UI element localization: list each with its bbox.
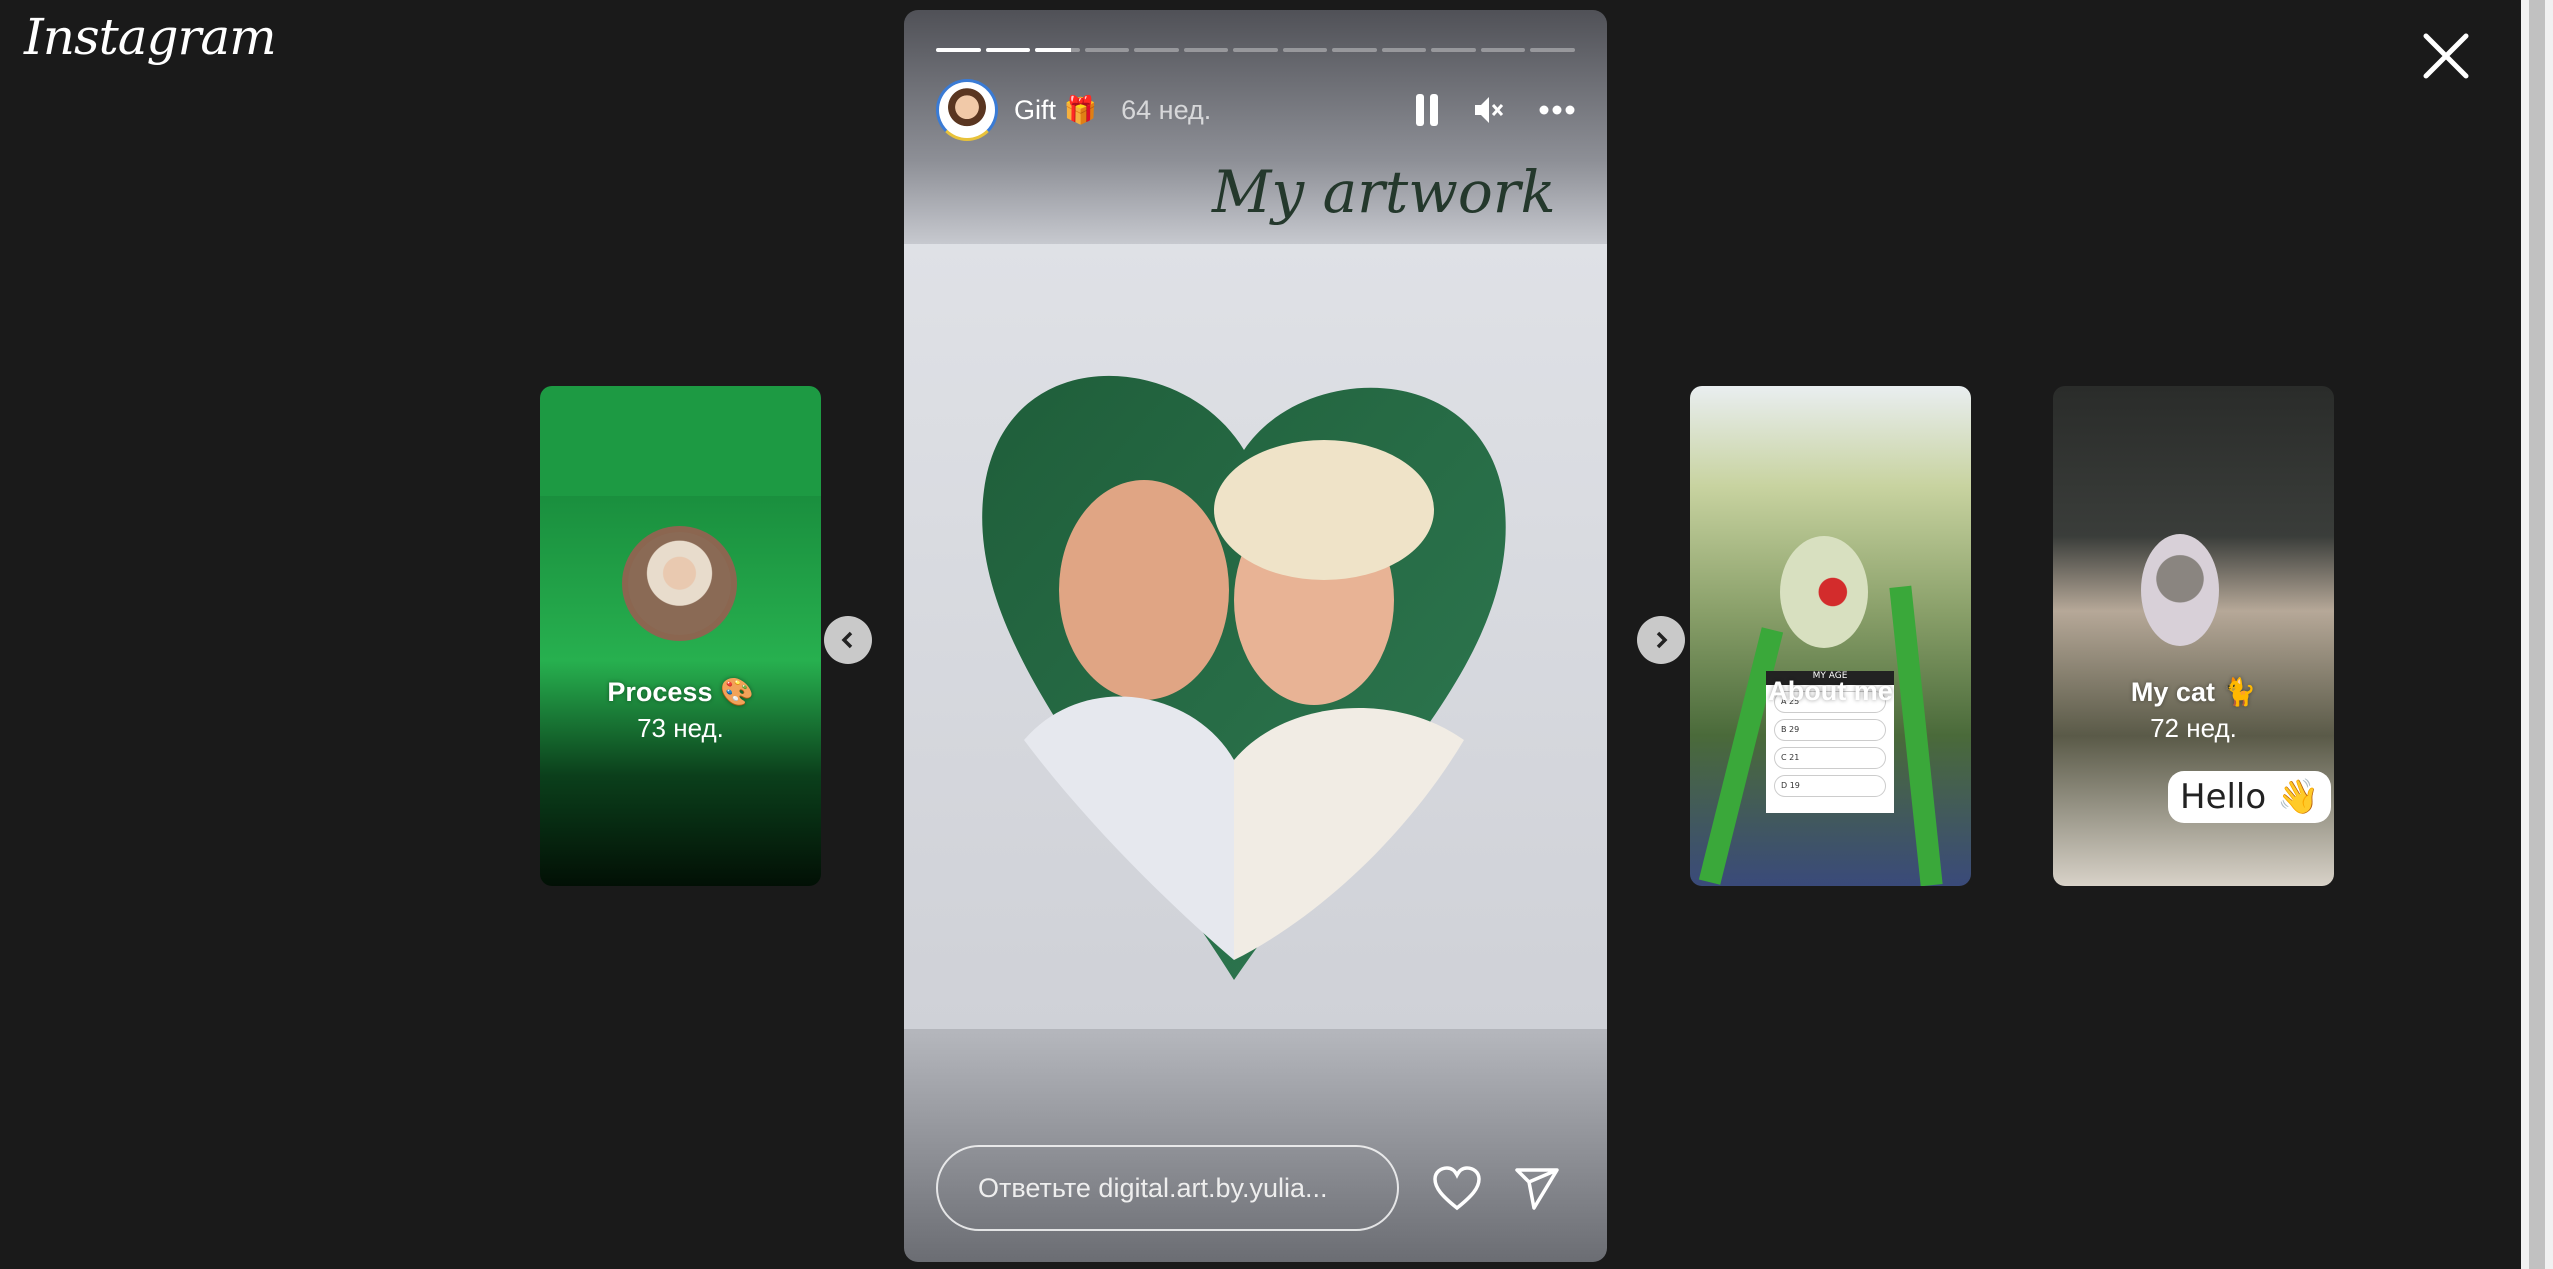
more-horizontal-icon[interactable] xyxy=(1539,105,1575,115)
post-time: 64 нед. xyxy=(1121,94,1212,125)
progress-segment xyxy=(936,48,981,52)
username[interactable]: Gift 🎁 xyxy=(1014,94,1097,126)
pause-icon[interactable] xyxy=(1415,93,1439,127)
story-card-my-cat[interactable]: My cat 🐈 72 нед. Hello 👋 xyxy=(2053,386,2334,886)
progress-segment xyxy=(1233,48,1278,52)
progress-segment xyxy=(1084,48,1130,52)
scrollbar[interactable] xyxy=(2521,0,2553,1269)
avatar[interactable] xyxy=(936,79,998,141)
about-thumbnail xyxy=(1780,536,1868,648)
story-viewer[interactable]: Gift 🎁 64 нед. My artwork Ответьте digit… xyxy=(904,10,1607,1262)
slide-right-rail xyxy=(1889,585,1943,886)
instagram-logo[interactable]: Instagram xyxy=(24,8,277,66)
progress-segment xyxy=(1332,48,1377,52)
chevron-right-icon xyxy=(1656,631,1668,649)
progress-segment xyxy=(1134,48,1179,52)
story-card-about-me[interactable]: MY AGE A 25 B 29 C 21 D 19 About me xyxy=(1690,386,1971,886)
send-icon[interactable] xyxy=(1514,1166,1560,1212)
story-header: Gift 🎁 64 нед. xyxy=(936,78,1575,142)
close-icon[interactable] xyxy=(2420,30,2472,82)
progress-segment xyxy=(1035,48,1080,52)
quiz-option: C 21 xyxy=(1774,747,1886,769)
progress-segment xyxy=(1381,48,1427,52)
quiz-option: B 29 xyxy=(1774,719,1886,741)
cat-thumbnail xyxy=(2141,534,2219,646)
progress-segment xyxy=(1480,48,1526,52)
card-title: Process 🎨 xyxy=(607,677,754,707)
story-overlay-text: My artwork xyxy=(1212,158,1556,226)
card-title: About me xyxy=(1768,676,1893,706)
next-story-button[interactable] xyxy=(1637,616,1685,664)
story-progress-bar xyxy=(936,48,1575,52)
scrollbar-thumb[interactable] xyxy=(2529,0,2545,1269)
previous-story-button[interactable] xyxy=(824,616,872,664)
heart-icon[interactable] xyxy=(1432,1166,1482,1212)
quiz-option: D 19 xyxy=(1774,775,1886,797)
story-card-process[interactable]: Process 🎨 73 нед. xyxy=(540,386,821,886)
card-title: My cat 🐈 xyxy=(2130,677,2257,707)
muted-speaker-icon[interactable] xyxy=(1473,94,1505,126)
chevron-left-icon xyxy=(841,631,853,649)
progress-segment xyxy=(1183,48,1229,52)
progress-segment xyxy=(1431,48,1476,52)
process-thumbnail xyxy=(622,526,737,641)
progress-segment xyxy=(1282,48,1328,52)
progress-segment xyxy=(985,48,1031,52)
reply-input[interactable]: Ответьте digital.art.by.yulia... xyxy=(936,1145,1399,1231)
progress-segment xyxy=(1530,48,1575,52)
card-time: 72 нед. xyxy=(2150,713,2237,743)
hello-sticker: Hello 👋 xyxy=(2168,771,2332,823)
heart-puzzle-image xyxy=(982,375,1506,980)
card-time: 73 нед. xyxy=(637,713,724,743)
